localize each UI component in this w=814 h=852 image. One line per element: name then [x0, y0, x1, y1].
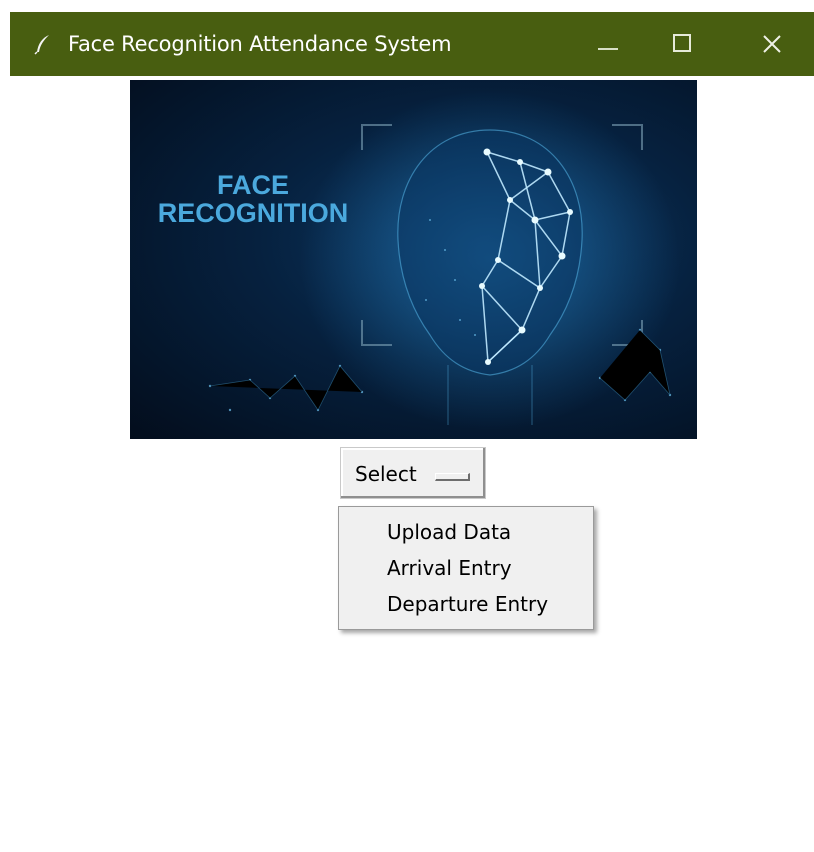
select-menubutton-label: Select: [355, 462, 417, 486]
window-title: Face Recognition Attendance System: [68, 32, 452, 56]
banner-title-line1: FACE: [217, 170, 289, 200]
face-recognition-banner: FACE RECOGNITION: [130, 80, 697, 439]
close-icon: [763, 35, 781, 53]
feather-icon: [34, 35, 49, 55]
dropdown-indicator-icon: [435, 473, 470, 481]
minimize-button[interactable]: [575, 12, 645, 76]
menu-item-departure-entry[interactable]: Departure Entry: [387, 588, 548, 620]
close-button[interactable]: [738, 12, 808, 76]
banner-title-line2: RECOGNITION: [158, 198, 349, 228]
maximize-button[interactable]: [648, 12, 718, 76]
title-bar[interactable]: Face Recognition Attendance System: [10, 12, 814, 76]
select-menubutton[interactable]: Select: [340, 447, 486, 499]
menu-item-arrival-entry[interactable]: Arrival Entry: [387, 552, 512, 584]
maximize-icon: [673, 34, 691, 52]
face-wireframe-illustration: FACE RECOGNITION: [158, 90, 680, 430]
minimize-icon: [598, 48, 618, 50]
select-dropdown-menu: Upload Data Arrival Entry Departure Entr…: [338, 506, 594, 630]
menu-item-upload-data[interactable]: Upload Data: [387, 516, 511, 548]
